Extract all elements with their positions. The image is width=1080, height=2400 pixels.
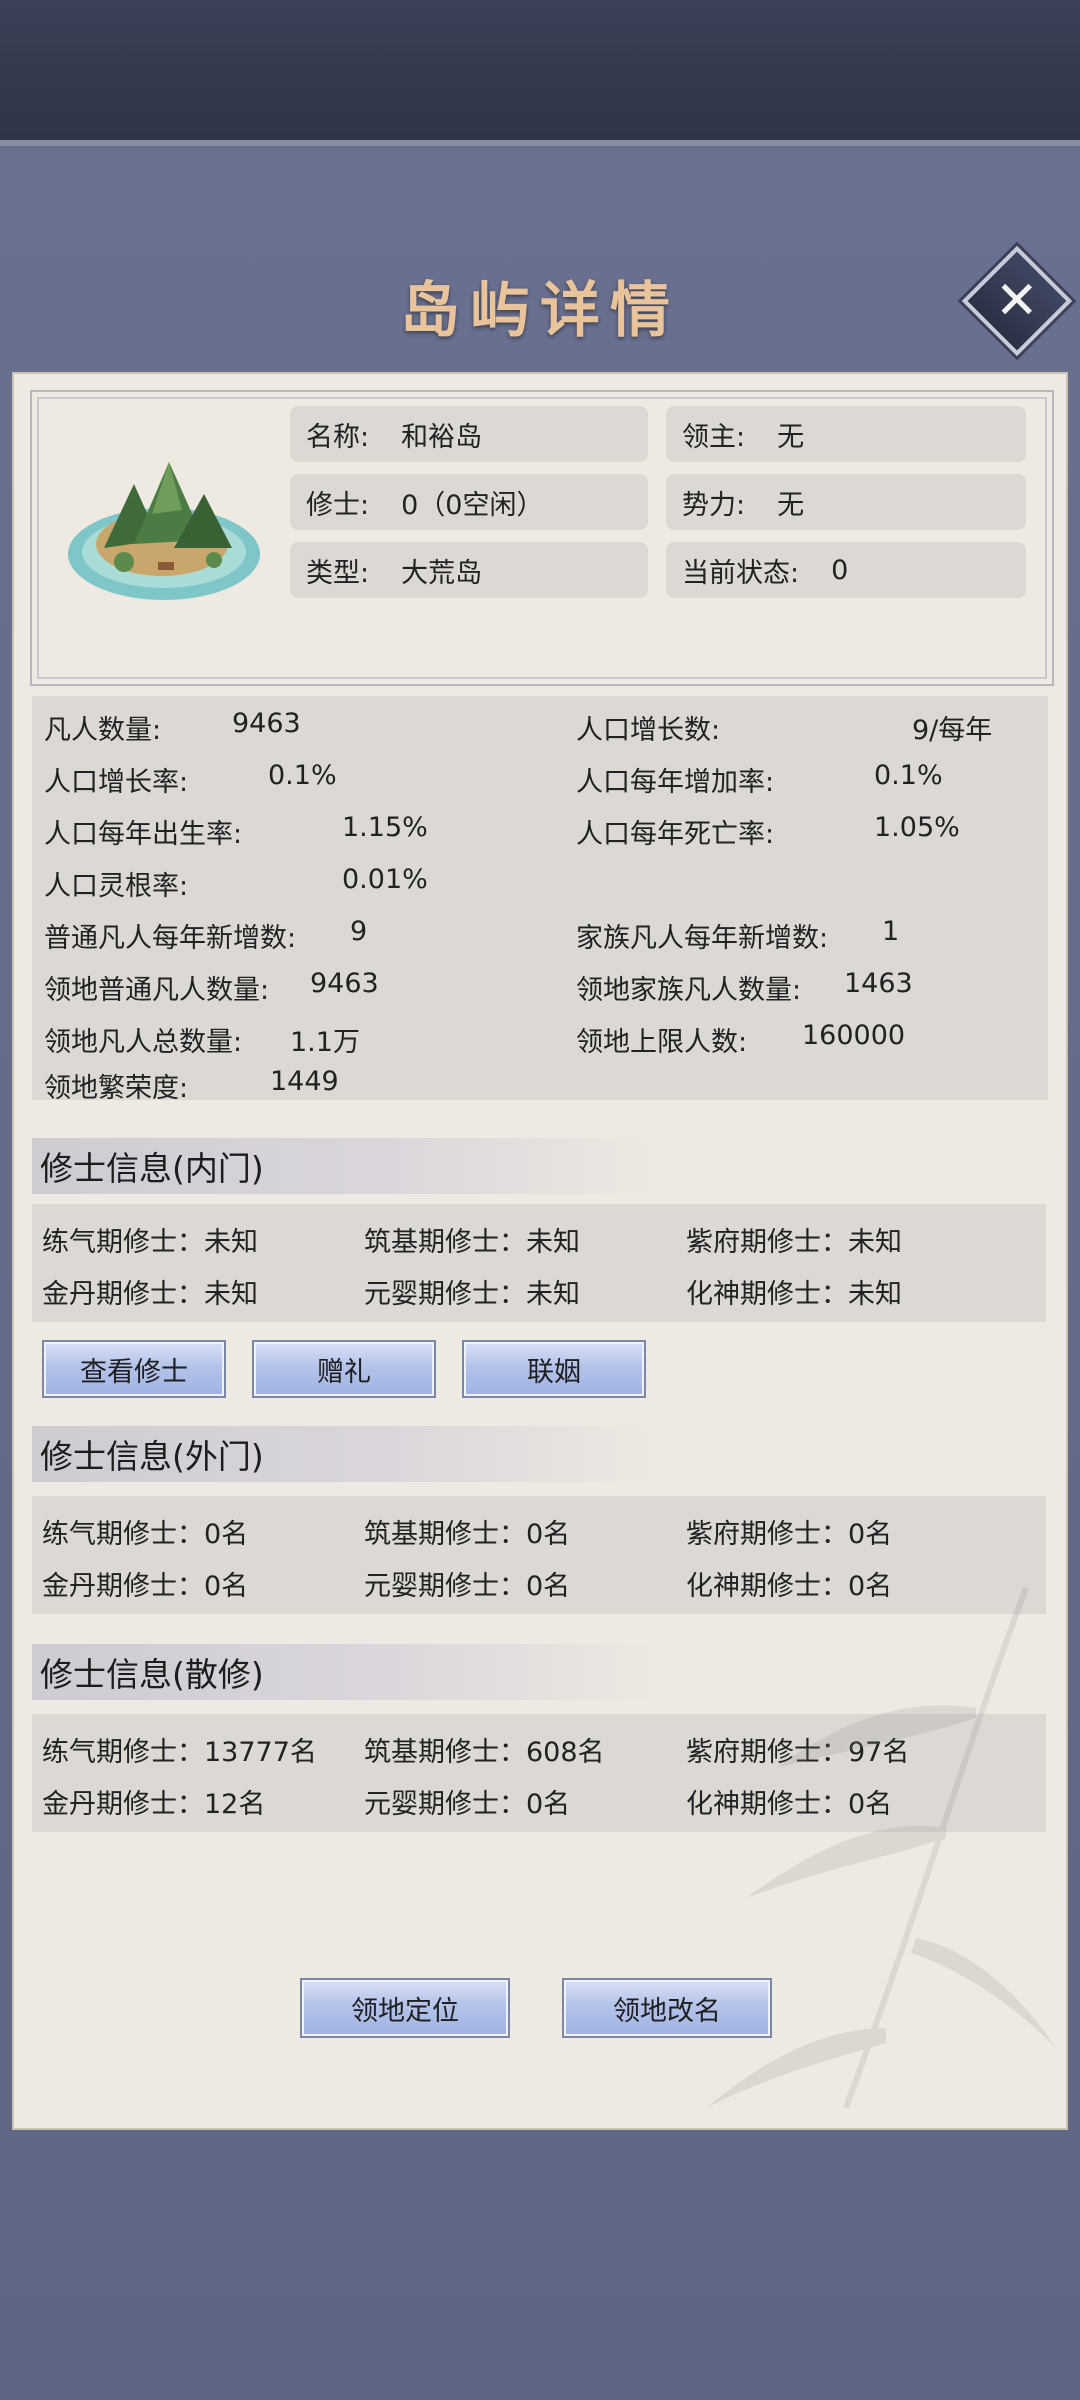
increase-rate-value: 0.1% <box>874 760 943 791</box>
lord-chip: 领主: 无 <box>666 406 1026 462</box>
inner-zifu: 紫府期修士：未知 <box>686 1227 902 1258</box>
normal-new-label: 普通凡人每年新增数: <box>44 923 297 954</box>
death-rate-label: 人口每年死亡率: <box>576 819 775 850</box>
close-icon[interactable]: ✕ <box>995 271 1039 331</box>
normal-new-value: 9 <box>350 916 368 947</box>
total-value: 1.1万 <box>290 1027 360 1058</box>
outer-zifu: 紫府期修士：0名 <box>686 1519 893 1550</box>
bamboo-decoration <box>706 1586 1056 2110</box>
outer-section-header: 修士信息(外门) <box>32 1426 680 1482</box>
rename-territory-button[interactable]: 领地改名 <box>562 1978 772 2038</box>
loose-lianqi: 练气期修士：13777名 <box>42 1737 317 1768</box>
inner-yuanying: 元婴期修士：未知 <box>364 1279 580 1310</box>
view-cultivators-button[interactable]: 查看修士 <box>42 1340 226 1398</box>
growth-rate-value: 0.1% <box>268 760 337 791</box>
inner-grid: 练气期修士：未知 筑基期修士：未知 紫府期修士：未知 金丹期修士：未知 元婴期修… <box>32 1204 1046 1322</box>
root-rate-label: 人口灵根率: <box>44 871 189 902</box>
birth-rate-value: 1.15% <box>342 812 428 843</box>
gift-button[interactable]: 赠礼 <box>252 1340 436 1398</box>
lord-value: 无 <box>777 421 805 453</box>
family-new-value: 1 <box>882 916 900 947</box>
family-count-label: 领地家族凡人数量: <box>576 975 802 1006</box>
total-label: 领地凡人总数量: <box>44 1027 243 1058</box>
name-label: 名称: <box>306 421 370 453</box>
type-label: 类型: <box>306 557 370 589</box>
prosperity-value: 1449 <box>270 1066 339 1097</box>
inner-section-header: 修士信息(内门) <box>32 1138 680 1194</box>
growth-num-value: 9/每年 <box>912 715 993 746</box>
loose-jindan: 金丹期修士：12名 <box>42 1789 266 1820</box>
cultivator-value: 0（0空闲） <box>401 489 544 521</box>
type-chip: 类型: 大荒岛 <box>290 542 648 598</box>
inner-jindan: 金丹期修士：未知 <box>42 1279 258 1310</box>
island-detail-card: 名称: 和裕岛 领主: 无 修士: 0（0空闲） 势力: 无 类型: 大荒岛 当… <box>14 374 1066 2128</box>
prosperity-label: 领地繁荣度: <box>44 1073 189 1104</box>
status-chip: 当前状态: 0 <box>666 542 1026 598</box>
birth-rate-label: 人口每年出生率: <box>44 819 243 850</box>
normal-count-label: 领地普通凡人数量: <box>44 975 270 1006</box>
inner-lianqi: 练气期修士：未知 <box>42 1227 258 1258</box>
limit-label: 领地上限人数: <box>576 1027 748 1058</box>
mortal-count-value: 9463 <box>232 708 301 739</box>
power-value: 无 <box>777 489 805 521</box>
growth-num-label: 人口增长数: <box>576 715 721 746</box>
lord-label: 领主: <box>682 421 746 453</box>
cultivator-label: 修士: <box>306 489 370 521</box>
type-value: 大荒岛 <box>401 557 483 589</box>
limit-value: 160000 <box>802 1020 906 1051</box>
mortal-count-label: 凡人数量: <box>44 715 162 746</box>
inner-huashen: 化神期修士：未知 <box>686 1279 902 1310</box>
cultivator-chip: 修士: 0（0空闲） <box>290 474 648 530</box>
dialog-title: 岛屿详情 <box>400 276 680 346</box>
death-rate-value: 1.05% <box>874 812 960 843</box>
name-value: 和裕岛 <box>401 421 483 453</box>
root-rate-value: 0.01% <box>342 864 428 895</box>
outer-jindan: 金丹期修士：0名 <box>42 1571 249 1602</box>
increase-rate-label: 人口每年增加率: <box>576 767 775 798</box>
population-stats: 凡人数量: 9463 人口增长数: 9/每年 人口增长率: 0.1% 人口每年增… <box>32 696 1048 1104</box>
locate-territory-button[interactable]: 领地定位 <box>300 1978 510 2038</box>
outer-yuanying: 元婴期修士：0名 <box>364 1571 571 1602</box>
loose-yuanying: 元婴期修士：0名 <box>364 1789 571 1820</box>
status-value: 0 <box>831 554 849 586</box>
inner-zhuji: 筑基期修士：未知 <box>364 1227 580 1258</box>
marriage-button[interactable]: 联姻 <box>462 1340 646 1398</box>
growth-rate-label: 人口增长率: <box>44 767 189 798</box>
status-label: 当前状态: <box>682 557 800 589</box>
family-new-label: 家族凡人每年新增数: <box>576 923 829 954</box>
power-label: 势力: <box>682 489 746 521</box>
name-chip: 名称: 和裕岛 <box>290 406 648 462</box>
outer-zhuji: 筑基期修士：0名 <box>364 1519 571 1550</box>
island-icon <box>68 462 260 600</box>
top-bar <box>0 0 1080 146</box>
outer-lianqi: 练气期修士：0名 <box>42 1519 249 1550</box>
normal-count-value: 9463 <box>310 968 379 999</box>
family-count-value: 1463 <box>844 968 913 999</box>
power-chip: 势力: 无 <box>666 474 1026 530</box>
